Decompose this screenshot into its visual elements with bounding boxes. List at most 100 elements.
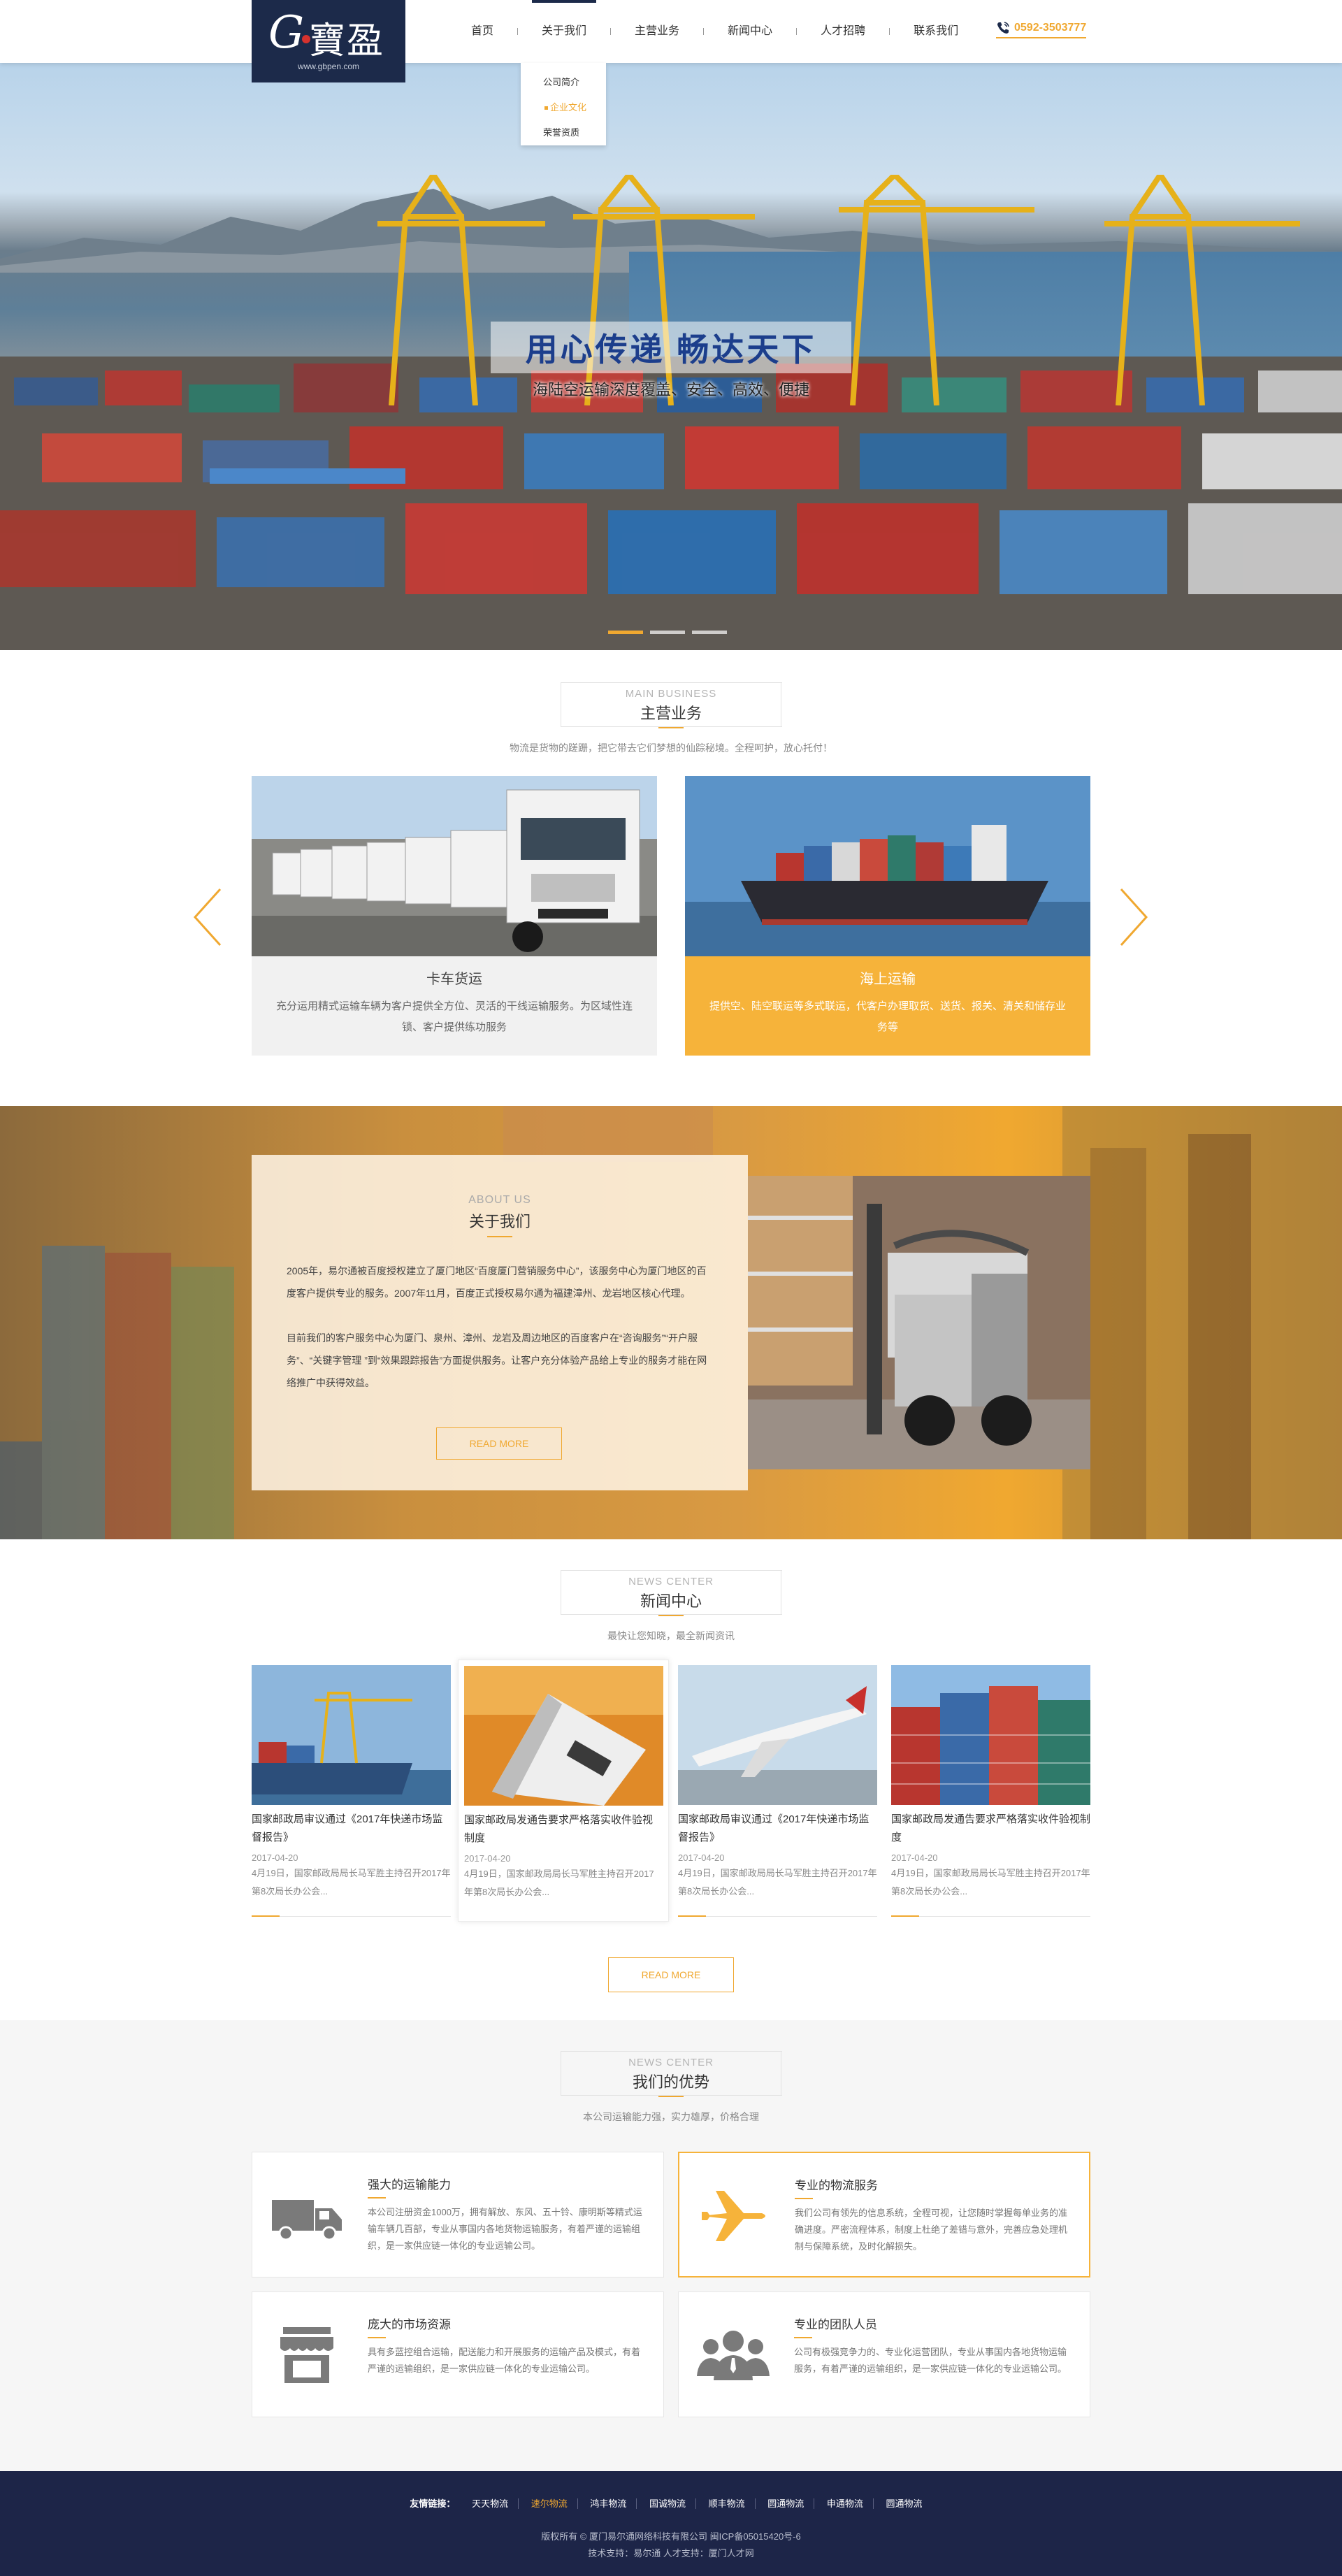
phone-text: 0592-3503777: [1014, 22, 1087, 34]
advantage-title: 庞大的市场资源: [368, 2315, 451, 2338]
banner-dot[interactable]: [692, 631, 727, 634]
advantage-card[interactable]: 专业的物流服务 我们公司有领先的信息系统，全程可视，让您随时掌握每单业务的准确进…: [678, 2152, 1090, 2278]
phone-number[interactable]: 0592-3503777: [996, 21, 1087, 38]
heading-subtitle: 物流是货物的蹉跚，把它带去它们梦想的仙踪秘境。全程呵护，放心托付！: [510, 742, 832, 754]
advantage-card[interactable]: 庞大的市场资源 具有多蓝控组合运输，配送能力和开展服务的运输产品及模式，有着严谨…: [252, 2291, 664, 2417]
about-section: ABOUT US 关于我们 2005年，易尔通被百度授权建立了厦门地区“百度厦门…: [0, 1106, 1342, 1539]
truck-image: [252, 776, 657, 956]
friend-link[interactable]: 鸿丰物流: [580, 2498, 637, 2509]
nav-about[interactable]: 关于我们: [518, 0, 610, 63]
about-dropdown-menu: 公司简介 企业文化 荣誉资质: [521, 63, 606, 145]
news-section: NEWS CENTER 新闻中心 最快让您知晓，最全新闻资讯 国家邮政局审议通过…: [0, 1539, 1342, 2020]
dropdown-item-label: 企业文化: [550, 102, 587, 113]
nav-contact[interactable]: 联系我们: [890, 0, 982, 63]
news-summary: 4月19日，国家邮政局局长马军胜主持召开2017年第8次局长办公会...: [678, 1868, 877, 1897]
heading-subtitle: 最快让您知晓，最全新闻资讯: [607, 1630, 735, 1641]
business-card-title: 卡车货运: [426, 972, 482, 987]
advantage-heading: NEWS CENTER 我们的优势 本公司运输能力强，实力雄厚，价格合理: [0, 2051, 1342, 2124]
ship-image: [685, 776, 1090, 956]
business-card-desc: 充分运用精式运输车辆为客户提供全方位、灵活的干线运输服务。为区域性连锁、客户提供…: [275, 1000, 633, 1033]
heading-cn: 新闻中心: [640, 1589, 702, 1616]
friend-links-label: 友情链接：: [410, 2498, 456, 2509]
airplane-icon: [702, 2191, 765, 2241]
business-card-truck[interactable]: 卡车货运 充分运用精式运输车辆为客户提供全方位、灵活的干线运输服务。为区域性连锁…: [252, 776, 657, 1056]
logo[interactable]: G 寶盈 www.gbpen.com: [252, 0, 405, 82]
news-card[interactable]: 国家邮政局审议通过《2017年快递市场监督报告》 2017-04-20 4月19…: [252, 1665, 451, 1917]
footer-copyright: 版权所有 © 厦门易尔通网络科技有限公司 闽ICP备05015420号-6 技术…: [0, 2528, 1342, 2562]
news-divider: [252, 1915, 451, 1917]
heading-cn: 我们的优势: [633, 2070, 709, 2097]
heading-en: NEWS CENTER: [628, 1576, 714, 1588]
news-card[interactable]: 国家邮政局发通告要求严格落实收件验视制度 2017-04-20 4月19日，国家…: [458, 1660, 669, 1922]
news-title[interactable]: 国家邮政局发通告要求严格落实收件验视制度: [464, 1811, 663, 1848]
nav-home[interactable]: 首页: [447, 0, 517, 63]
nav-business[interactable]: 主营业务: [611, 0, 703, 63]
dropdown-item-honors[interactable]: 荣誉资质: [521, 120, 606, 145]
advantage-section: NEWS CENTER 我们的优势 本公司运输能力强，实力雄厚，价格合理 强大的…: [0, 2020, 1342, 2471]
advantage-desc: 我们公司有领先的信息系统，全程可视，让您随时掌握每单业务的准确进度。严密流程体系…: [795, 2208, 1068, 2252]
about-read-more-button[interactable]: READ MORE: [436, 1427, 562, 1460]
nav-news[interactable]: 新闻中心: [704, 0, 796, 63]
advantage-title: 强大的运输能力: [368, 2175, 451, 2199]
nav-recruit[interactable]: 人才招聘: [797, 0, 889, 63]
news-image-plane: [678, 1665, 877, 1805]
business-section: MAIN BUSINESS 主营业务 物流是货物的蹉跚，把它带去它们梦想的仙踪秘…: [0, 650, 1342, 1104]
news-card[interactable]: 国家邮政局发通告要求严格落实收件验视制度 2017-04-20 4月19日，国家…: [891, 1665, 1090, 1917]
news-title[interactable]: 国家邮政局发通告要求严格落实收件验视制度: [891, 1811, 1090, 1847]
advantage-title: 专业的团队人员: [794, 2315, 877, 2338]
heading-cn: 主营业务: [640, 701, 702, 728]
truck-icon: [272, 2200, 342, 2241]
news-date: 2017-04-20: [678, 1852, 725, 1863]
news-date: 2017-04-20: [464, 1853, 511, 1864]
heading-box: MAIN BUSINESS 主营业务: [561, 682, 782, 728]
news-heading: NEWS CENTER 新闻中心 最快让您知晓，最全新闻资讯: [0, 1570, 1342, 1643]
news-divider: [678, 1915, 877, 1917]
news-image-containers: [891, 1665, 1090, 1805]
advantage-card[interactable]: 专业的团队人员 公司有极强竞争力的、专业化运营团队，专业从事国内各地货物运输服务…: [678, 2291, 1090, 2417]
dropdown-item-profile[interactable]: 公司简介: [521, 70, 606, 95]
advantage-desc: 公司有极强竞争力的、专业化运营团队，专业从事国内各地货物运输服务，有着严谨的运输…: [794, 2347, 1067, 2374]
store-icon: [280, 2327, 333, 2383]
business-card-sea[interactable]: 海上运输 提供空、陆空联运等多式联运，代客户办理取货、送货、报关、清关和储存业务…: [685, 776, 1090, 1056]
advantage-desc: 本公司注册资金1000万，拥有解放、东风、五十铃、康明斯等精式运输车辆几百部，专…: [368, 2207, 642, 2251]
banner-dot[interactable]: [608, 631, 643, 634]
about-paragraph: 目前我们的客户服务中心为厦门、泉州、漳州、龙岩及周边地区的百度客户在“咨询服务”…: [287, 1332, 707, 1388]
logo-url: www.gbpen.com: [297, 62, 360, 71]
about-heading-en: ABOUT US: [468, 1194, 531, 1206]
prev-arrow-icon[interactable]: [192, 888, 223, 947]
friend-link[interactable]: 顺丰物流: [698, 2498, 756, 2509]
news-divider: [891, 1915, 1090, 1917]
dropdown-item-culture[interactable]: 企业文化: [521, 95, 606, 120]
tech-support-text: 技术支持：易尔通 人才支持：厦门人才网: [588, 2548, 754, 2559]
friend-link[interactable]: 圆通物流: [876, 2498, 932, 2509]
site-footer: 友情链接： 天天物流 速尔物流 鸿丰物流 国诚物流 顺丰物流 圆通物流 申通物流…: [0, 2471, 1342, 2576]
friend-link[interactable]: 圆通物流: [758, 2498, 815, 2509]
news-read-more-button[interactable]: READ MORE: [608, 1957, 734, 1992]
logo-text: 寶盈: [309, 20, 385, 62]
forklift-image: [748, 1176, 1090, 1469]
friend-link[interactable]: 速尔物流: [521, 2498, 578, 2509]
site-header: G 寶盈 www.gbpen.com 首页 关于我们 主营业务 新闻中心 人才招…: [0, 0, 1342, 82]
advantage-card[interactable]: 强大的运输能力 本公司注册资金1000万，拥有解放、东风、五十铃、康明斯等精式运…: [252, 2152, 664, 2278]
heading-box: NEWS CENTER 我们的优势: [561, 2051, 782, 2097]
banner-dot[interactable]: [650, 631, 685, 634]
news-image-port: [252, 1665, 451, 1805]
banner-slogan: 用心传递 畅达天下 海陆空运输深度覆盖、安全、高效、便捷: [0, 322, 1342, 400]
friend-link[interactable]: 国诚物流: [639, 2498, 696, 2509]
hero-banner: 用心传递 畅达天下 海陆空运输深度覆盖、安全、高效、便捷: [0, 63, 1342, 650]
copyright-text: 版权所有 © 厦门易尔通网络科技有限公司 闽ICP备05015420号-6: [541, 2531, 801, 2542]
friend-links: 友情链接： 天天物流 速尔物流 鸿丰物流 国诚物流 顺丰物流 圆通物流 申通物流…: [0, 2496, 1342, 2510]
news-summary: 4月19日，国家邮政局局长马军胜主持召开2017年第8次局长办公会...: [891, 1868, 1090, 1897]
team-icon: [697, 2331, 770, 2380]
news-image-truck: [464, 1666, 663, 1806]
news-summary: 4月19日，国家邮政局局长马军胜主持召开2017年第8次局长办公会...: [464, 1869, 654, 1897]
news-card[interactable]: 国家邮政局审议通过《2017年快递市场监督报告》 2017-04-20 4月19…: [678, 1665, 877, 1917]
next-arrow-icon[interactable]: [1118, 888, 1149, 947]
news-title[interactable]: 国家邮政局审议通过《2017年快递市场监督报告》: [678, 1811, 877, 1847]
news-title[interactable]: 国家邮政局审议通过《2017年快递市场监督报告》: [252, 1811, 451, 1847]
business-card-desc: 提供空、陆空联运等多式联运，代客户办理取货、送货、报关、清关和储存业务等: [709, 1000, 1066, 1033]
heading-subtitle: 本公司运输能力强，实力雄厚，价格合理: [583, 2111, 759, 2122]
friend-link[interactable]: 天天物流: [462, 2498, 519, 2509]
friend-link[interactable]: 申通物流: [816, 2498, 874, 2509]
news-date: 2017-04-20: [891, 1852, 938, 1863]
